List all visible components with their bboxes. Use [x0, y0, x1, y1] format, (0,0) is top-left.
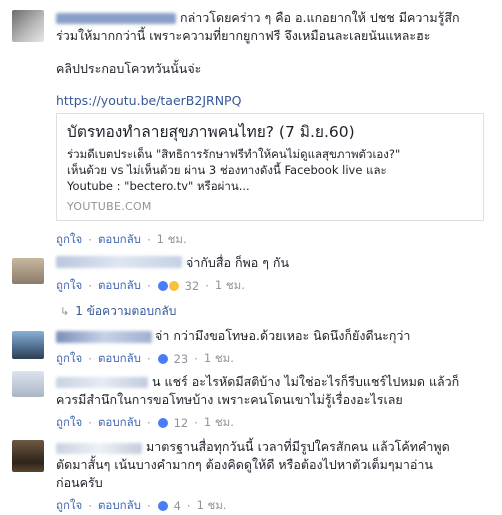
comment-text: จ่า กว่ามึงขอโทษอ.ด้วยเหอะ นิดนึงก็ยังดี… [155, 328, 411, 343]
like-button[interactable]: ถูกใจ [56, 350, 82, 368]
comment-text: น แชร์ อะไรหัดมีสติบ้าง ไม่ใช่อะไรก็รีบแ… [152, 374, 460, 389]
timestamp[interactable]: 1 ชม. [204, 414, 234, 432]
comment-text: ก่อนครับ [56, 475, 103, 490]
preview-description: เห็นด้วย vs ไม่เห็นด้วย ผ่าน 3 ช่องทางดั… [67, 163, 387, 177]
like-button[interactable]: ถูกใจ [56, 497, 82, 515]
avatar[interactable] [12, 331, 44, 359]
comment-text: ตัดมาสั้นๆ เน้นบางคำมากๆ ต้องคิดดูให้ดี … [56, 457, 433, 472]
timestamp[interactable]: 1 ชม. [204, 350, 234, 368]
like-button[interactable]: ถูกใจ [56, 231, 82, 249]
reaction-summary[interactable]: 23 [156, 352, 189, 366]
reply-button[interactable]: ตอบกลับ [98, 414, 141, 432]
comment-text: คลิปประกอบโควทวันนั้นจ่ะ [56, 61, 202, 76]
comment-text: จ่ากับสื่อ ก็พอ ๆ กัน [186, 255, 290, 270]
comment-actions: ถูกใจ · ตอบกลับ · 32 · 1 ชม. [56, 277, 245, 295]
avatar[interactable] [12, 258, 44, 284]
like-reaction-icon [156, 353, 169, 365]
reaction-summary[interactable]: 32 [156, 279, 200, 293]
preview-description: ร่วมดีเบตประเด็น "สิทธิการรักษาฟรีทำให้ค… [67, 147, 401, 161]
comment-text: กล่าวโดยคร่าว ๆ คือ อ.แกอยากให้ ปชช มีคว… [180, 10, 460, 25]
like-reaction-icon [156, 417, 169, 429]
reply-arrow-icon: ↳ [60, 305, 70, 318]
youtube-link[interactable]: https://youtu.be/taerB2JRNPQ [56, 92, 241, 110]
reaction-count: 23 [173, 352, 189, 366]
preview-domain: YOUTUBE.COM [67, 200, 152, 213]
comment-actions: ถูกใจ · ตอบกลับ · 1 ชม. [56, 231, 187, 249]
reply-button[interactable]: ตอบกลับ [98, 277, 141, 295]
comment-text: มาตรฐานสื่อทุกวันนี้ เวลาที่มีรูปใครสักค… [146, 439, 450, 454]
reply-button[interactable]: ตอบกลับ [98, 350, 141, 368]
comment-text: ควรมีสำนึกในการขอโทษบ้าง เพราะคนโดนเขาไม… [56, 392, 403, 407]
like-reaction-icon [156, 280, 169, 292]
author-name-blurred[interactable] [56, 256, 182, 268]
like-reaction-icon [156, 500, 169, 512]
reply-button[interactable]: ตอบกลับ [98, 497, 141, 515]
link-preview-card[interactable]: บัตรทองทำลายสุขภาพคนไทย? (7 มิ.ย.60) ร่ว… [56, 113, 484, 221]
avatar[interactable] [12, 440, 44, 472]
view-replies-link[interactable]: ↳ 1 ข้อความตอบกลับ [60, 302, 176, 321]
haha-reaction-icon [167, 280, 180, 292]
reaction-summary[interactable]: 12 [156, 416, 189, 430]
reaction-count: 4 [173, 499, 181, 513]
like-button[interactable]: ถูกใจ [56, 414, 82, 432]
avatar[interactable] [12, 10, 44, 42]
author-name-blurred[interactable] [56, 331, 152, 343]
timestamp[interactable]: 1 ชม. [157, 231, 187, 249]
author-name-blurred[interactable] [56, 377, 148, 388]
preview-title: บัตรทองทำลายสุขภาพคนไทย? (7 มิ.ย.60) [67, 123, 355, 141]
author-name-blurred[interactable] [56, 443, 142, 454]
comment-actions: ถูกใจ · ตอบกลับ · 23 · 1 ชม. [56, 350, 234, 368]
reaction-count: 32 [184, 279, 200, 293]
preview-description: Youtube : "bectero.tv" หรือผ่าน... [67, 179, 250, 193]
timestamp[interactable]: 1 ชม. [215, 277, 245, 295]
reaction-count: 12 [173, 416, 189, 430]
reaction-summary[interactable]: 4 [156, 499, 181, 513]
like-button[interactable]: ถูกใจ [56, 277, 82, 295]
author-name-blurred[interactable] [56, 13, 176, 24]
comment-actions: ถูกใจ · ตอบกลับ · 4 · 1 ชม. [56, 497, 227, 515]
comment-actions: ถูกใจ · ตอบกลับ · 12 · 1 ชม. [56, 414, 234, 432]
comment-text: ร่วมให้มากกว่านี้ เพราะความที่ยากยูกาฟรี… [56, 28, 431, 43]
timestamp[interactable]: 1 ชม. [197, 497, 227, 515]
reply-button[interactable]: ตอบกลับ [98, 231, 141, 249]
avatar[interactable] [12, 371, 44, 397]
